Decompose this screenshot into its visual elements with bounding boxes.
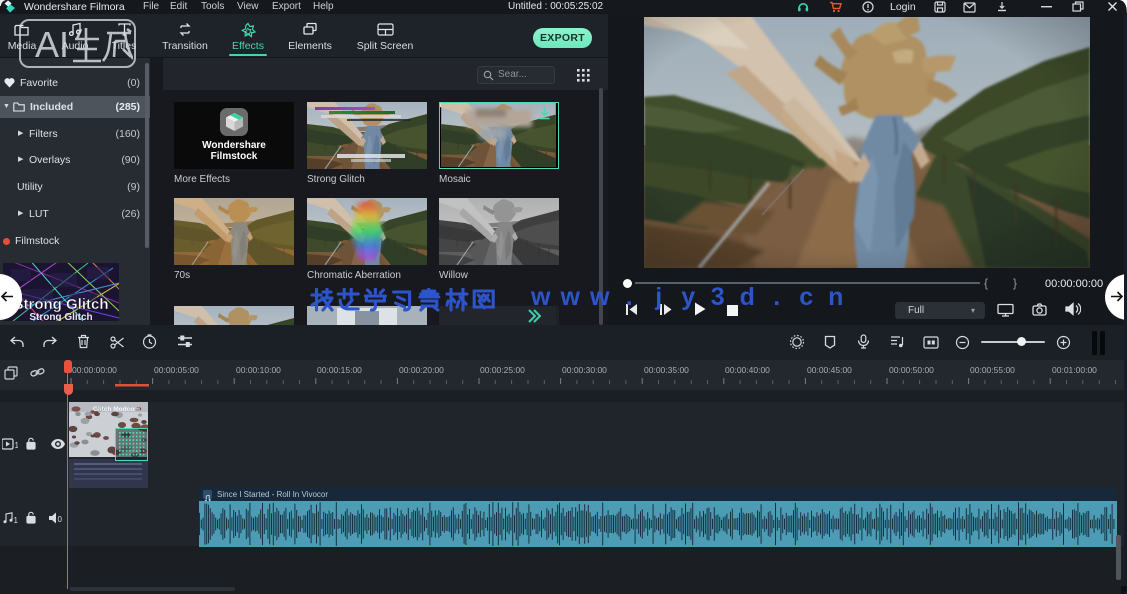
svg-text:1: 1: [14, 516, 19, 524]
svg-text:00:00:05:00: 00:00:05:00: [154, 365, 199, 375]
svg-text:00:00:00:00: 00:00:00:00: [72, 365, 117, 375]
svg-text:00:01:00:00: 00:01:00:00: [1052, 365, 1097, 375]
svg-text:1: 1: [15, 441, 19, 450]
svg-text:00:00:45:00: 00:00:45:00: [807, 365, 852, 375]
svg-text:00:00:15:00: 00:00:15:00: [317, 365, 362, 375]
svg-text:00:00:10:00: 00:00:10:00: [236, 365, 281, 375]
svg-text:Glitch Modcom: Glitch Modcom: [93, 406, 140, 413]
svg-text:00:00:30:00: 00:00:30:00: [562, 365, 607, 375]
svg-text:00:00:25:00: 00:00:25:00: [480, 365, 525, 375]
svg-text:0: 0: [58, 515, 63, 524]
svg-text:00:00:55:00: 00:00:55:00: [970, 365, 1015, 375]
svg-text:00:00:35:00: 00:00:35:00: [644, 365, 689, 375]
svg-text:Strong Glitch: Strong Glitch: [29, 312, 92, 321]
svg-text:00:00:20:00: 00:00:20:00: [399, 365, 444, 375]
svg-text:00:00:50:00: 00:00:50:00: [889, 365, 934, 375]
svg-text:00:00:40:00: 00:00:40:00: [725, 365, 770, 375]
